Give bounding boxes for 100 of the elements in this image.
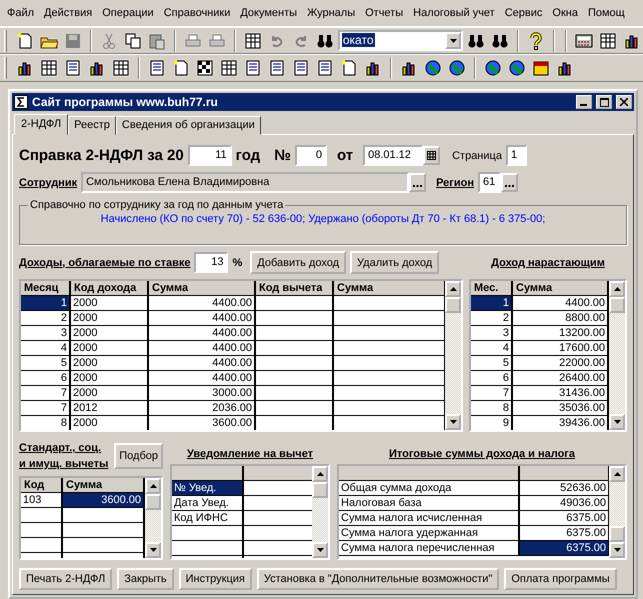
menu-item[interactable]: Журналы (302, 6, 360, 19)
date-field[interactable]: 08.01.12 (363, 145, 424, 166)
employee-label[interactable]: Сотрудник (19, 176, 78, 189)
scroll-thumb[interactable] (312, 482, 328, 498)
tab[interactable]: Реестр (68, 116, 116, 136)
region-label[interactable]: Регион (436, 176, 474, 189)
new-document-icon[interactable] (340, 59, 358, 78)
scroll-up-button[interactable] (312, 466, 328, 482)
printer-icon[interactable] (208, 32, 226, 50)
printer-icon[interactable] (184, 32, 202, 50)
globe-icon[interactable] (448, 59, 466, 78)
globe-icon[interactable] (424, 59, 442, 78)
table-cell[interactable]: 3600.00 (63, 493, 145, 508)
table-icon[interactable] (220, 59, 238, 78)
calendar-button[interactable] (423, 146, 440, 166)
document-icon[interactable] (292, 59, 310, 78)
calculator-icon[interactable] (575, 32, 593, 50)
menu-item[interactable]: Файл (2, 6, 40, 19)
column-header[interactable]: Сумма (63, 478, 145, 494)
paste-icon[interactable] (148, 32, 166, 50)
table-cell[interactable]: Код ИФНС (172, 511, 244, 526)
table-icon[interactable] (244, 32, 262, 50)
table-cell[interactable]: 2000 (71, 386, 149, 400)
scroll-thumb[interactable] (445, 297, 461, 314)
minimize-button[interactable] (576, 95, 592, 110)
scroll-up-button[interactable] (145, 478, 161, 494)
table-cell[interactable]: 2000 (71, 341, 149, 356)
table-cell[interactable]: 2000 (71, 356, 149, 370)
calendar-icon[interactable] (532, 59, 550, 78)
scroll-up-button[interactable] (445, 281, 461, 298)
table-cell[interactable]: Сумма налога перечисленная (339, 541, 520, 556)
scrollbar[interactable] (609, 466, 625, 558)
close-button[interactable] (616, 95, 632, 110)
footer-button[interactable]: Установка в "Дополнительные возможности" (256, 568, 500, 590)
copy-icon[interactable] (124, 32, 142, 50)
column-header[interactable]: Сумма (513, 281, 609, 296)
scroll-up-button[interactable] (609, 466, 625, 482)
menu-item[interactable]: Справочники (158, 6, 236, 19)
document-icon[interactable] (316, 59, 334, 78)
region-field[interactable]: 61 (478, 172, 501, 194)
table-cell[interactable]: 2012 (71, 401, 149, 416)
new-document-icon[interactable] (16, 32, 34, 50)
rate-field[interactable]: 13 (194, 252, 228, 274)
footer-button[interactable]: Инструкция (178, 568, 252, 590)
scroll-down-button[interactable] (445, 414, 461, 430)
menu-item[interactable]: Налоговый учет (408, 6, 500, 19)
globe-icon[interactable] (484, 59, 502, 78)
table-cell[interactable]: Налоговая база (339, 496, 520, 510)
action-button[interactable]: Добавить доход (250, 251, 346, 274)
table-icon[interactable] (40, 59, 58, 78)
table-icon[interactable] (112, 59, 130, 78)
table-cell[interactable]: 2000 (71, 416, 149, 430)
table-cell[interactable]: Дата Увед. (172, 496, 244, 510)
table-cell[interactable]: 1 (21, 296, 71, 310)
year-field[interactable]: 11 (188, 145, 232, 166)
tab[interactable]: Сведения об организации (116, 116, 261, 136)
column-header[interactable]: Код (21, 478, 63, 494)
column-header[interactable]: Сумма (334, 281, 445, 296)
column-header[interactable]: Сумма (149, 281, 256, 296)
menu-item[interactable]: Отчеты (360, 6, 408, 19)
footer-button[interactable]: Оплата программы (504, 568, 617, 590)
document-icon[interactable] (64, 59, 82, 78)
tab[interactable]: 2-НДФЛ (14, 114, 68, 136)
column-header[interactable] (339, 466, 520, 482)
new-document-icon[interactable] (172, 59, 190, 78)
table-cell[interactable]: 2000 (71, 296, 149, 310)
table-cell[interactable]: 2000 (71, 371, 149, 386)
footer-button[interactable]: Печать 2-НДФЛ (19, 568, 112, 590)
table-cell[interactable]: Сумма налога исчисленная (339, 511, 520, 526)
page-field[interactable]: 1 (506, 145, 527, 166)
checkerboard-icon[interactable] (196, 59, 214, 78)
footer-button[interactable]: Закрыть (117, 568, 174, 590)
dropdown-button[interactable] (445, 32, 461, 49)
action-button[interactable]: Удалить доход (350, 251, 440, 274)
globe-icon[interactable] (508, 59, 526, 78)
menu-item[interactable]: Действия (39, 6, 98, 19)
column-header[interactable]: Мес. (471, 281, 513, 296)
column-header[interactable] (520, 466, 609, 482)
column-header[interactable]: Код вычета (256, 281, 334, 296)
table-icon[interactable] (599, 32, 617, 50)
scroll-down-button[interactable] (145, 542, 161, 558)
menu-item[interactable]: Окна (547, 6, 583, 19)
menu-item[interactable]: Сервис (500, 6, 548, 19)
table-cell[interactable]: 103 (21, 493, 63, 508)
menu-item[interactable]: Документы (235, 6, 302, 19)
scrollbar[interactable] (445, 281, 461, 430)
column-header[interactable] (244, 466, 312, 482)
scroll-thumb[interactable] (145, 494, 161, 510)
menu-item[interactable]: Операции (97, 6, 159, 19)
scroll-up-button[interactable] (609, 281, 625, 298)
column-header[interactable]: Код дохода (71, 281, 149, 296)
column-header[interactable]: Месяц (21, 281, 71, 296)
document-icon[interactable] (268, 59, 286, 78)
employee-field[interactable]: Смольникова Елена Владимировна (81, 172, 410, 194)
table-cell[interactable]: 6375.00 (520, 541, 609, 556)
select-button[interactable] (500, 173, 518, 192)
scroll-thumb[interactable] (609, 297, 625, 314)
scroll-down-button[interactable] (312, 542, 328, 558)
pick-button[interactable]: Подбор (114, 443, 163, 470)
document-icon[interactable] (148, 59, 166, 78)
